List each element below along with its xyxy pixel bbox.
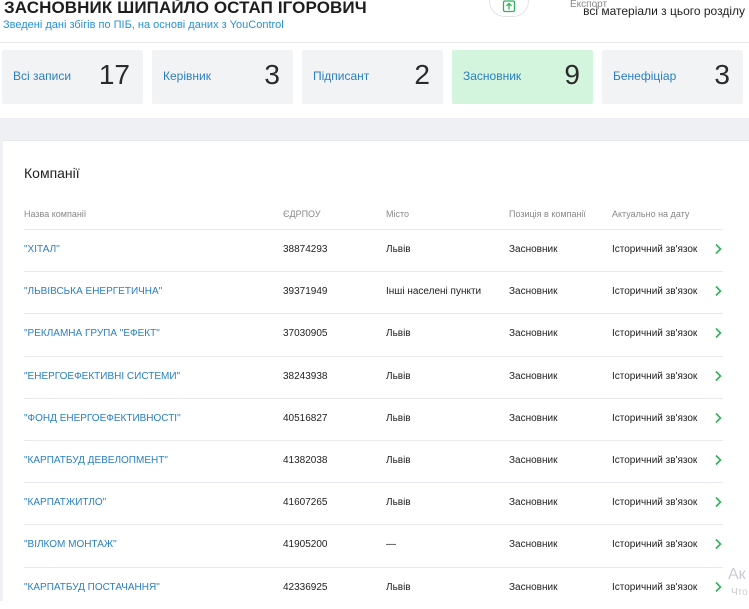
filter-cards: Всі записи 17 Керівник 3 Підписант 2 Зас… [2,50,749,104]
card-director[interactable]: Керівник 3 [152,50,293,104]
chevron-right-icon[interactable] [713,412,723,424]
company-code: 41905200 [283,539,328,551]
table-row[interactable]: "ВІЛКОМ МОНТАЖ" 41905200 — Засновник Іст… [24,524,723,566]
card-all-records[interactable]: Всі записи 17 [2,50,143,104]
chevron-right-icon[interactable] [713,538,723,550]
table-row[interactable]: "РЕКЛАМНА ГРУПА "ЕФЕКТ" 37030905 Львів З… [24,313,723,355]
company-name-link[interactable]: "КАРПАТБУД ДЕВЕЛОПМЕНТ" [24,455,168,466]
table-row[interactable]: "КАРПАТБУД ДЕВЕЛОПМЕНТ" 41382038 Львів З… [24,439,723,482]
company-code: 41382038 [283,454,328,466]
card-beneficiary[interactable]: Бенефіціар 3 [602,50,743,104]
company-name-link[interactable]: "РЕКЛАМНА ГРУПА "ЕФЕКТ" [24,328,160,339]
company-city: — [386,539,396,551]
chevron-right-icon[interactable] [713,370,723,382]
card-label: Всі записи [13,69,72,83]
company-city: Львів [386,497,411,509]
company-city: Львів [386,581,411,593]
company-name-link[interactable]: "ВІЛКОМ МОНТАЖ" [24,539,117,550]
company-date: Історичний зв'язок [612,497,698,509]
table-row[interactable]: "ЛЬВІВСЬКА ЕНЕРГЕТИЧНА" 39371949 Інші на… [24,271,723,313]
company-code: 42336925 [283,581,328,593]
company-position: Засновник [509,244,558,255]
card-label: Бенефіціар [613,69,677,83]
company-name-link[interactable]: "ЕНЕРГОЕФЕКТИВНІ СИСТЕМИ" [24,371,180,382]
chevron-right-icon[interactable] [713,454,723,466]
company-name-link[interactable]: "КАРПАТЖИТЛО" [24,497,106,508]
table-row[interactable]: "ЕНЕРГОЕФЕКТИВНІ СИСТЕМИ" 38243938 Львів… [24,355,723,398]
companies-panel: Компанії Назва компанії ЄДРПОУ Місто Поз… [3,140,749,602]
company-code: 41607265 [283,497,328,509]
company-code: 39371949 [283,286,328,298]
company-name-link[interactable]: "КАРПАТБУД ПОСТАЧАННЯ" [24,582,160,593]
table-row[interactable]: "ФОНД ЕНЕРГОЕФЕКТИВНОСТІ" 40516827 Львів… [24,397,723,440]
activation-watermark: Ак [728,566,746,583]
table-row[interactable]: "КАРПАТБУД ПОСТАЧАННЯ" 42336925 Львів За… [24,566,723,609]
page-subtitle: Зведені дані збігів по ПІБ, на основі да… [3,19,284,31]
companies-table: "ХІТАЛ" 38874293 Львів Засновник Історич… [24,229,723,609]
company-date: Історичний зв'язок [612,370,698,382]
card-signatory[interactable]: Підписант 2 [302,50,443,104]
company-position: Засновник [509,370,558,382]
company-date: Історичний зв'язок [612,286,698,298]
company-name-link[interactable]: "ХІТАЛ" [24,244,60,255]
chevron-right-icon[interactable] [713,581,723,593]
chevron-right-icon[interactable] [713,496,723,508]
company-date: Історичний зв'язок [612,412,698,424]
company-position: Засновник [509,412,558,424]
company-name-link[interactable]: "ЛЬВІВСЬКА ЕНЕРГЕТИЧНА" [24,286,162,297]
company-city: Львів [386,370,411,382]
upload-icon [502,0,516,13]
column-header-code: ЄДРПОУ [283,209,321,219]
page-header: ЗАСНОВНИК ШИПАЙЛО ОСТАП ІГОРОВИЧ Зведені… [0,0,749,43]
company-code: 40516827 [283,412,328,424]
card-label: Засновник [463,69,522,83]
card-count: 17 [98,59,130,90]
chevron-right-icon[interactable] [713,243,723,255]
card-label: Підписант [313,69,370,83]
company-position: Засновник [509,454,558,466]
company-code: 37030905 [283,328,328,340]
chevron-right-icon[interactable] [713,285,723,297]
chevron-right-icon[interactable] [713,327,723,339]
export-description[interactable]: всі матеріали з цього розділу [583,4,745,18]
company-position: Засновник [509,581,558,593]
activation-watermark-subtext: Что [731,587,748,598]
company-code: 38243938 [283,370,328,382]
company-city: Львів [386,412,411,424]
column-header-city: Місто [386,209,410,219]
company-code: 38874293 [283,244,328,255]
company-date: Історичний зв'язок [612,328,698,340]
company-city: Львів [386,328,411,340]
card-label: Керівник [163,69,211,83]
card-founder[interactable]: Засновник 9 [452,50,593,104]
company-date: Історичний зв'язок [612,581,698,593]
company-position: Засновник [509,497,558,509]
column-header-position: Позиція в компанії [509,209,586,219]
table-row[interactable]: "КАРПАТЖИТЛО" 41607265 Львів Засновник І… [24,482,723,524]
company-date: Історичний зв'язок [612,454,698,466]
page-title: ЗАСНОВНИК ШИПАЙЛО ОСТАП ІГОРОВИЧ [4,0,367,17]
export-button[interactable] [489,0,529,17]
card-count: 2 [414,59,430,90]
company-name-link[interactable]: "ФОНД ЕНЕРГОЕФЕКТИВНОСТІ" [24,413,181,424]
company-date: Історичний зв'язок [612,539,698,551]
panel-title: Компанії [24,165,80,181]
company-city: Львів [386,244,411,255]
card-count: 9 [564,59,580,90]
company-position: Засновник [509,328,558,340]
company-position: Засновник [509,539,558,551]
company-city: Львів [386,454,411,466]
company-position: Засновник [509,286,558,298]
company-date: Історичний зв'язок [612,244,698,255]
column-header-date: Актуально на дату [612,209,690,219]
table-row[interactable]: "ХІТАЛ" 38874293 Львів Засновник Історич… [24,229,723,271]
card-count: 3 [264,59,280,90]
card-count: 3 [714,59,730,90]
company-city: Інші населені пункти [386,286,482,298]
column-header-name: Назва компанії [24,209,87,219]
